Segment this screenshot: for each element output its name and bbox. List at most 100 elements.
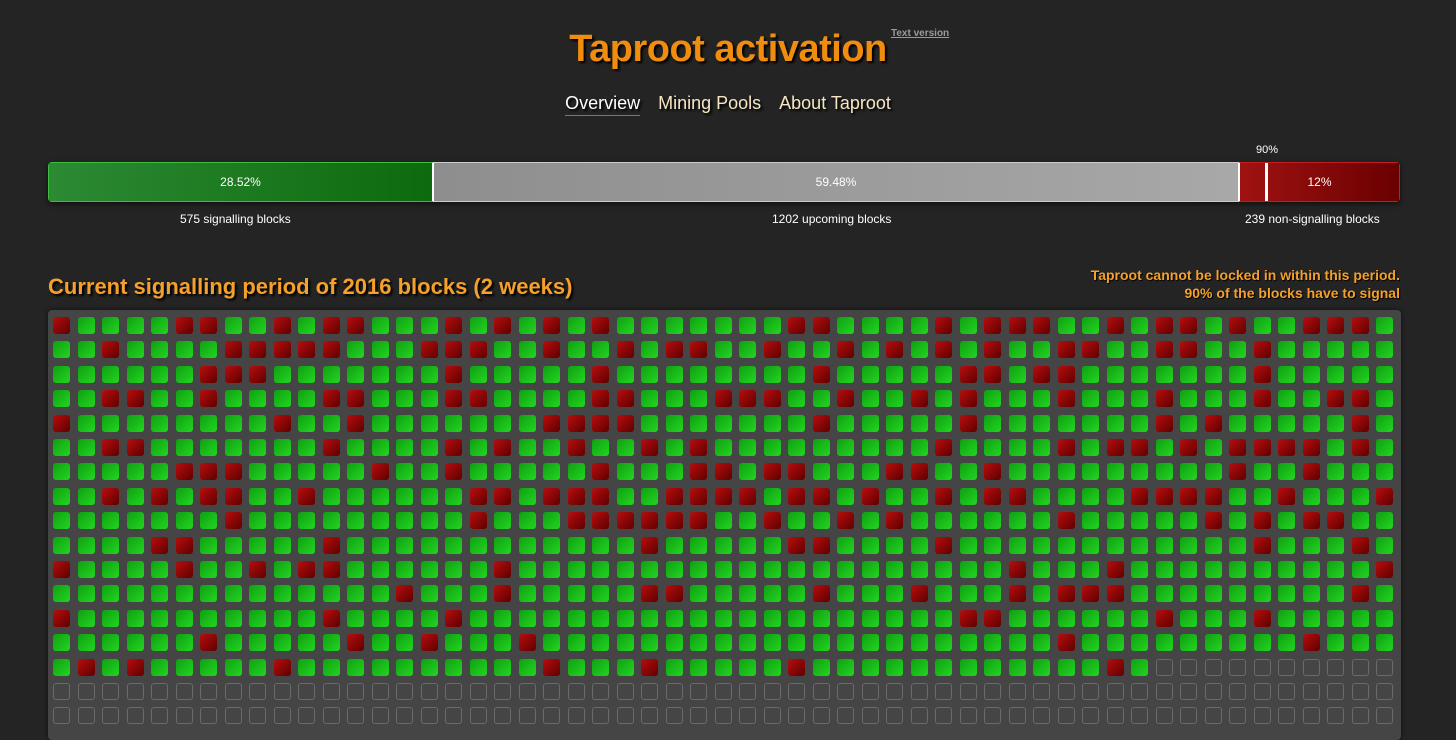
block-signalling[interactable] — [176, 390, 193, 407]
block-signalling[interactable] — [347, 659, 364, 676]
block-signalling[interactable] — [1205, 561, 1222, 578]
block-signalling[interactable] — [1033, 341, 1050, 358]
block-non-signalling[interactable] — [1229, 317, 1246, 334]
block-non-signalling[interactable] — [1303, 439, 1320, 456]
block-signalling[interactable] — [690, 537, 707, 554]
block-signalling[interactable] — [666, 537, 683, 554]
block-non-signalling[interactable] — [592, 463, 609, 480]
block-non-signalling[interactable] — [176, 537, 193, 554]
block-non-signalling[interactable] — [225, 366, 242, 383]
block-signalling[interactable] — [788, 415, 805, 432]
block-signalling[interactable] — [568, 366, 585, 383]
block-upcoming[interactable] — [568, 707, 585, 724]
block-non-signalling[interactable] — [470, 512, 487, 529]
block-upcoming[interactable] — [372, 683, 389, 700]
block-non-signalling[interactable] — [519, 634, 536, 651]
block-signalling[interactable] — [837, 415, 854, 432]
block-non-signalling[interactable] — [1058, 341, 1075, 358]
block-upcoming[interactable] — [225, 683, 242, 700]
block-signalling[interactable] — [715, 317, 732, 334]
block-non-signalling[interactable] — [886, 512, 903, 529]
block-signalling[interactable] — [396, 366, 413, 383]
block-signalling[interactable] — [1327, 585, 1344, 602]
block-signalling[interactable] — [127, 537, 144, 554]
block-upcoming[interactable] — [592, 683, 609, 700]
block-signalling[interactable] — [249, 585, 266, 602]
block-signalling[interactable] — [1009, 366, 1026, 383]
block-non-signalling[interactable] — [911, 463, 928, 480]
block-signalling[interactable] — [53, 341, 70, 358]
block-signalling[interactable] — [421, 390, 438, 407]
block-signalling[interactable] — [151, 390, 168, 407]
block-signalling[interactable] — [445, 585, 462, 602]
block-non-signalling[interactable] — [1376, 488, 1393, 505]
block-signalling[interactable] — [372, 366, 389, 383]
block-signalling[interactable] — [249, 610, 266, 627]
block-non-signalling[interactable] — [715, 463, 732, 480]
block-signalling[interactable] — [911, 415, 928, 432]
block-signalling[interactable] — [78, 634, 95, 651]
block-signalling[interactable] — [690, 317, 707, 334]
block-signalling[interactable] — [1107, 537, 1124, 554]
block-non-signalling[interactable] — [641, 439, 658, 456]
block-signalling[interactable] — [1082, 634, 1099, 651]
block-upcoming[interactable] — [1180, 659, 1197, 676]
block-signalling[interactable] — [1229, 341, 1246, 358]
block-signalling[interactable] — [519, 561, 536, 578]
block-signalling[interactable] — [298, 463, 315, 480]
block-signalling[interactable] — [764, 561, 781, 578]
block-signalling[interactable] — [960, 463, 977, 480]
block-upcoming[interactable] — [960, 707, 977, 724]
block-signalling[interactable] — [494, 659, 511, 676]
block-non-signalling[interactable] — [1107, 439, 1124, 456]
block-signalling[interactable] — [1082, 366, 1099, 383]
block-signalling[interactable] — [1058, 415, 1075, 432]
block-signalling[interactable] — [862, 537, 879, 554]
block-upcoming[interactable] — [862, 683, 879, 700]
block-signalling[interactable] — [1082, 537, 1099, 554]
block-signalling[interactable] — [568, 537, 585, 554]
block-upcoming[interactable] — [1376, 707, 1393, 724]
block-non-signalling[interactable] — [837, 341, 854, 358]
block-signalling[interactable] — [1278, 366, 1295, 383]
block-signalling[interactable] — [641, 561, 658, 578]
block-signalling[interactable] — [739, 439, 756, 456]
block-upcoming[interactable] — [837, 683, 854, 700]
block-signalling[interactable] — [935, 585, 952, 602]
block-signalling[interactable] — [78, 488, 95, 505]
block-non-signalling[interactable] — [225, 488, 242, 505]
block-signalling[interactable] — [813, 341, 830, 358]
block-signalling[interactable] — [764, 659, 781, 676]
block-signalling[interactable] — [641, 317, 658, 334]
block-signalling[interactable] — [372, 561, 389, 578]
block-non-signalling[interactable] — [102, 488, 119, 505]
block-signalling[interactable] — [935, 463, 952, 480]
block-signalling[interactable] — [102, 512, 119, 529]
block-non-signalling[interactable] — [176, 317, 193, 334]
block-signalling[interactable] — [1107, 366, 1124, 383]
block-signalling[interactable] — [1327, 561, 1344, 578]
block-signalling[interactable] — [1205, 463, 1222, 480]
block-upcoming[interactable] — [1033, 683, 1050, 700]
block-signalling[interactable] — [739, 463, 756, 480]
block-signalling[interactable] — [396, 341, 413, 358]
block-signalling[interactable] — [1327, 610, 1344, 627]
block-signalling[interactable] — [911, 512, 928, 529]
block-signalling[interactable] — [53, 366, 70, 383]
block-non-signalling[interactable] — [788, 317, 805, 334]
block-signalling[interactable] — [1009, 415, 1026, 432]
block-non-signalling[interactable] — [102, 439, 119, 456]
block-non-signalling[interactable] — [837, 512, 854, 529]
block-non-signalling[interactable] — [1107, 561, 1124, 578]
block-signalling[interactable] — [1352, 512, 1369, 529]
block-non-signalling[interactable] — [715, 488, 732, 505]
block-signalling[interactable] — [1033, 610, 1050, 627]
block-upcoming[interactable] — [715, 683, 732, 700]
block-signalling[interactable] — [249, 634, 266, 651]
block-upcoming[interactable] — [837, 707, 854, 724]
block-signalling[interactable] — [1229, 488, 1246, 505]
block-non-signalling[interactable] — [764, 341, 781, 358]
block-signalling[interactable] — [323, 512, 340, 529]
block-signalling[interactable] — [984, 439, 1001, 456]
block-upcoming[interactable] — [1229, 683, 1246, 700]
